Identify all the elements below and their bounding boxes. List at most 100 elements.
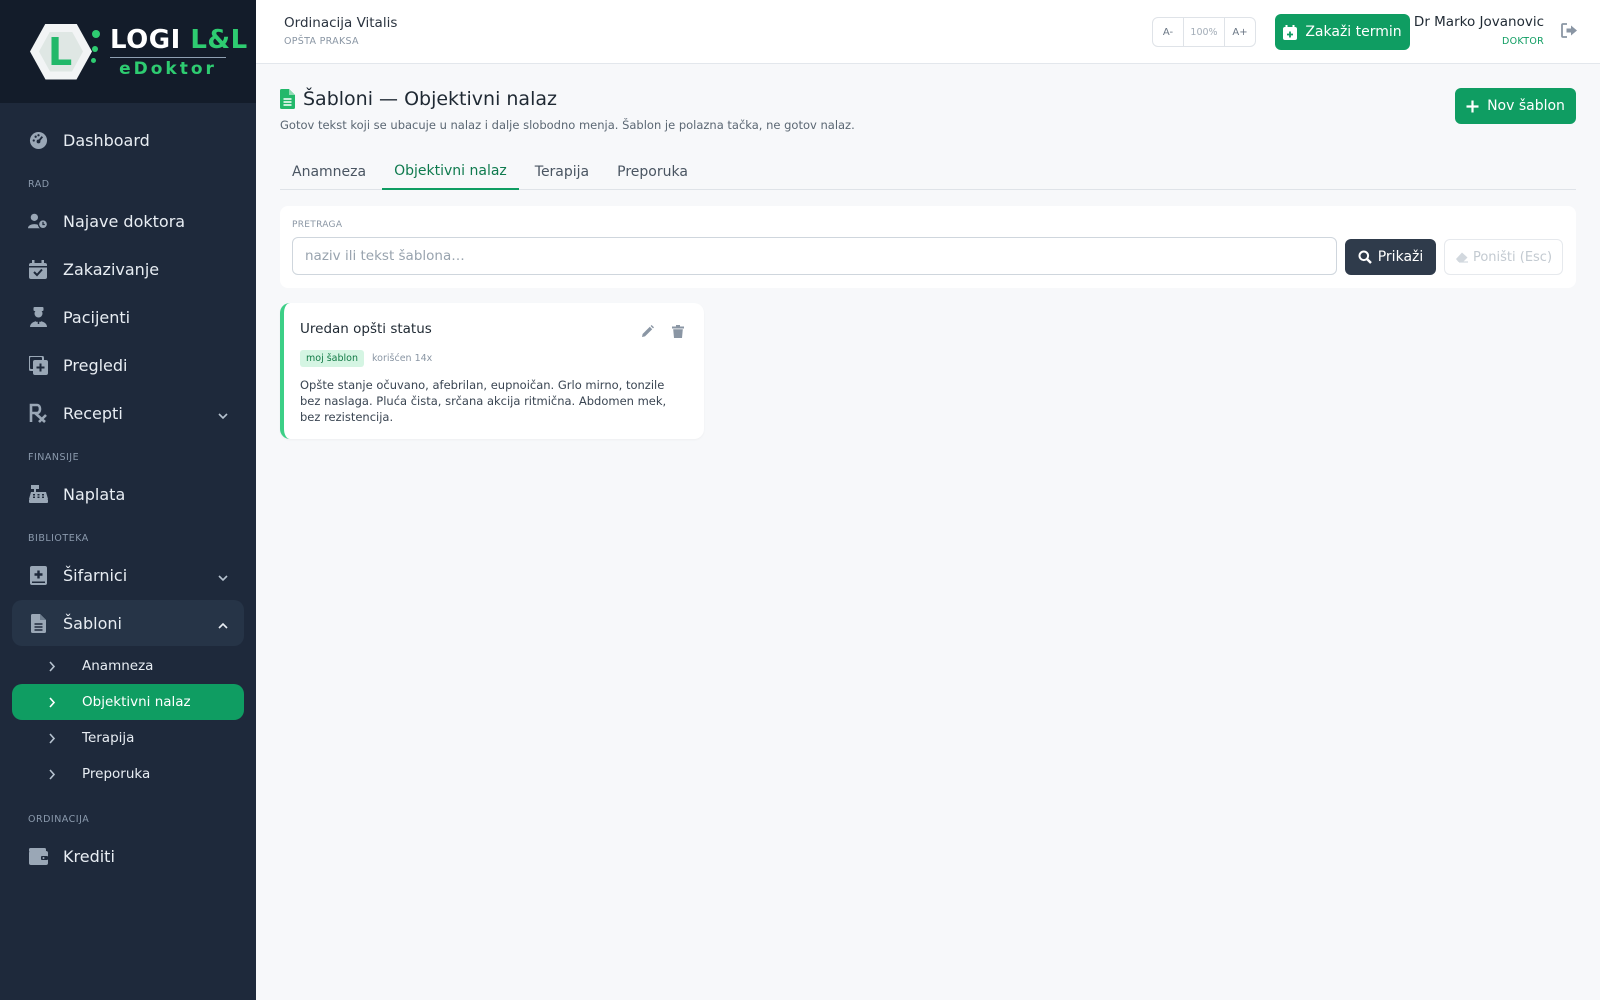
dashboard-icon — [28, 130, 48, 150]
sidebar-subitem-label: Objektivni nalaz — [82, 694, 191, 710]
page-title: Šabloni — Objektivni nalaz — [303, 88, 557, 110]
sidebar-item-pacijenti[interactable]: Pacijenti — [12, 294, 244, 340]
sidebar-item-label: Dashboard — [63, 130, 150, 150]
sidebar-subitem-label: Anamneza — [82, 658, 154, 674]
file-lines-icon — [28, 613, 48, 633]
status-badge: moj šablon — [300, 350, 364, 367]
trash-icon[interactable] — [672, 325, 684, 338]
sidebar-item-label: Šifarnici — [63, 565, 128, 585]
sidebar-subitem-objektivni-nalaz[interactable]: Objektivni nalaz — [12, 684, 244, 720]
cash-register-icon — [28, 484, 48, 504]
brand-name-accent: L&L — [190, 24, 248, 55]
show-button-label: Prikaži — [1377, 249, 1424, 265]
patient-icon — [28, 307, 48, 327]
clinic-type: OPŠTA PRAKSA — [284, 36, 359, 47]
user-clock-icon — [28, 211, 48, 231]
sidebar-subitem-preporuka[interactable]: Preporuka — [12, 756, 244, 792]
sidebar-item-label: Krediti — [63, 846, 115, 866]
chevron-down-icon — [218, 405, 228, 424]
sidebar-item-recepti[interactable]: Recepti — [12, 390, 244, 436]
section-label-finansije: FINANSIJE — [28, 452, 80, 463]
plus-icon — [1466, 96, 1479, 116]
chevron-right-icon — [48, 696, 62, 708]
sidebar-item-sifarnici[interactable]: Šifarnici — [12, 552, 244, 598]
template-actions — [623, 325, 684, 338]
sidebar-nav: Dashboard RAD Najave doktora Zakazivanje… — [0, 103, 256, 879]
page-header: Šabloni — Objektivni nalaz Gotov tekst k… — [280, 88, 855, 132]
prescription-icon — [28, 403, 48, 423]
page-subtitle: Gotov tekst koji se ubacuje u nalaz i da… — [280, 118, 855, 132]
eraser-icon — [1455, 251, 1469, 263]
sidebar-item-label: Pregledi — [63, 355, 128, 375]
section-label-rad: RAD — [28, 179, 50, 190]
medical-files-icon — [28, 355, 48, 375]
sidebar-item-krediti[interactable]: Krediti — [12, 833, 244, 879]
sidebar-item-naplata[interactable]: Naplata — [12, 471, 244, 517]
tab-objektivni-nalaz[interactable]: Objektivni nalaz — [382, 154, 519, 190]
show-button[interactable]: Prikaži — [1345, 239, 1436, 275]
zoom-level: 100% — [1183, 18, 1225, 46]
search-input[interactable] — [292, 237, 1337, 275]
chevron-right-icon — [48, 732, 62, 744]
chevron-up-icon — [218, 615, 228, 634]
usage-count: korišćen 14x — [372, 353, 433, 364]
template-title: Uredan opšti status — [300, 321, 432, 337]
sidebar-item-dashboard[interactable]: Dashboard — [12, 117, 244, 163]
sidebar-item-najave[interactable]: Najave doktora — [12, 198, 244, 244]
clear-button[interactable]: Poništi (Esc) — [1444, 239, 1563, 275]
sidebar-subitem-anamneza[interactable]: Anamneza — [12, 648, 244, 684]
search-icon — [1358, 250, 1372, 264]
sidebar-item-label: Naplata — [63, 484, 126, 504]
calendar-check-icon — [28, 259, 48, 279]
template-card[interactable]: Uredan opšti status moj šablon korišćen … — [280, 303, 704, 439]
brand-logo[interactable]: L LOGI L&L eDoktor — [0, 0, 256, 103]
schedule-button-label: Zakaži termin — [1305, 24, 1402, 40]
new-template-button[interactable]: Nov šablon — [1455, 88, 1576, 124]
chevron-right-icon — [48, 768, 62, 780]
sidebar-item-label: Najave doktora — [63, 211, 186, 231]
edit-icon[interactable] — [641, 325, 654, 338]
template-meta: moj šablon korišćen 14x — [300, 350, 432, 367]
tab-terapija[interactable]: Terapija — [523, 154, 601, 190]
chevron-right-icon — [48, 660, 62, 672]
sidebar-item-label: Recepti — [63, 403, 123, 423]
new-template-label: Nov šablon — [1487, 98, 1565, 114]
user-role: DOKTOR — [1502, 36, 1544, 47]
clinic-info: Ordinacija Vitalis OPŠTA PRAKSA — [284, 15, 397, 47]
sidebar-item-label: Zakazivanje — [63, 259, 160, 279]
user-info: Dr Marko Jovanovic DOKTOR — [1414, 14, 1544, 47]
tab-anamneza[interactable]: Anamneza — [280, 154, 378, 190]
font-zoom-control: A- 100% A+ — [1152, 17, 1256, 47]
main-content: Šabloni — Objektivni nalaz Gotov tekst k… — [256, 64, 1600, 1000]
clear-button-label: Poništi (Esc) — [1472, 249, 1553, 265]
calendar-plus-icon — [1283, 24, 1298, 40]
sidebar-item-pregledi[interactable]: Pregledi — [12, 342, 244, 388]
template-tabs: Anamneza Objektivni nalaz Terapija Prepo… — [280, 154, 1576, 190]
tab-preporuka[interactable]: Preporuka — [605, 154, 700, 190]
template-text: Opšte stanje očuvano, afebrilan, eupnoič… — [300, 378, 667, 424]
sidebar-item-label: Pacijenti — [63, 307, 131, 327]
file-lines-icon — [280, 89, 295, 109]
logout-icon[interactable] — [1561, 23, 1578, 42]
zoom-increase-button[interactable]: A+ — [1225, 18, 1255, 46]
sidebar-item-sabloni[interactable]: Šabloni — [12, 600, 244, 646]
sidebar-item-label: Šabloni — [63, 613, 122, 633]
search-panel: PRETRAGA Prikaži Poništi (Esc) — [280, 206, 1576, 288]
sidebar-subitem-label: Preporuka — [82, 766, 151, 782]
schedule-appointment-button[interactable]: Zakaži termin — [1275, 14, 1410, 50]
logo-icon: L — [28, 22, 100, 82]
sidebar-item-zakazivanje[interactable]: Zakazivanje — [12, 246, 244, 292]
chevron-down-icon — [218, 567, 228, 586]
search-label: PRETRAGA — [292, 220, 343, 230]
brand-product: eDoktor — [110, 56, 226, 79]
zoom-decrease-button[interactable]: A- — [1153, 18, 1183, 46]
brand-name: LOGI — [110, 24, 181, 55]
topbar: Ordinacija Vitalis OPŠTA PRAKSA A- 100% … — [256, 0, 1600, 64]
sidebar: L LOGI L&L eDoktor Dashboard RAD Najave … — [0, 0, 256, 1000]
section-label-ordinacija: ORDINACIJA — [28, 814, 90, 825]
medical-book-icon — [28, 565, 48, 585]
section-label-biblioteka: BIBLIOTEKA — [28, 533, 89, 544]
user-name: Dr Marko Jovanovic — [1413, 14, 1544, 30]
sidebar-subitem-terapija[interactable]: Terapija — [12, 720, 244, 756]
clinic-name: Ordinacija Vitalis — [284, 15, 398, 31]
